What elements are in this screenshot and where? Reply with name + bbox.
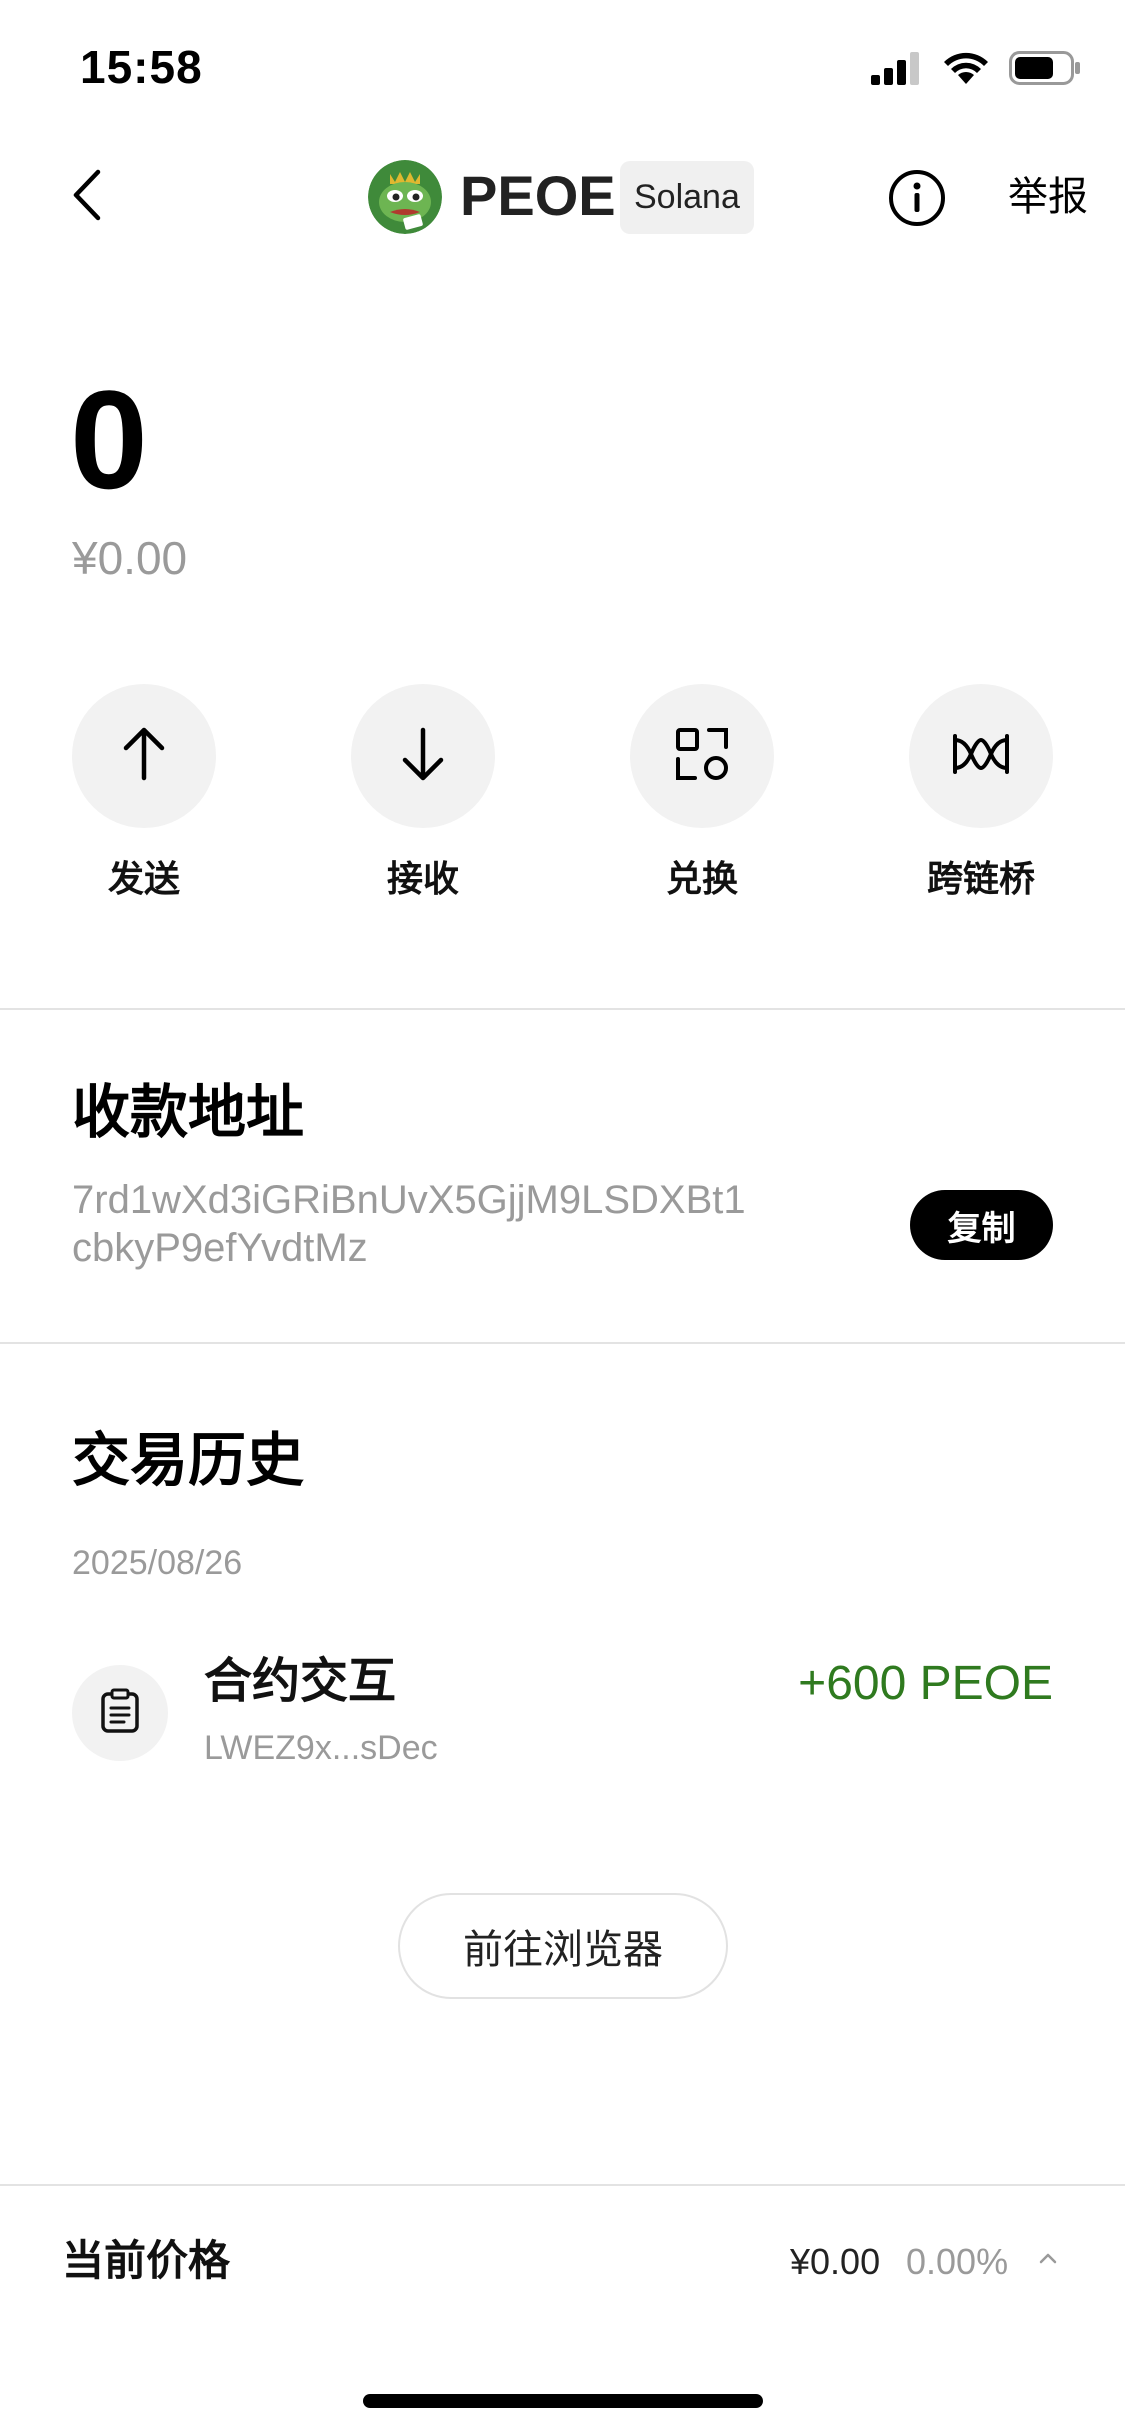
receive-button[interactable]: 接收 bbox=[351, 684, 495, 902]
swap-icon bbox=[675, 727, 729, 786]
divider bbox=[0, 1008, 1125, 1010]
divider bbox=[0, 1342, 1125, 1344]
address-title: 收款地址 bbox=[72, 1080, 305, 1145]
swap-label: 兑换 bbox=[665, 858, 738, 899]
history-date: 2025/08/26 bbox=[72, 1544, 243, 1582]
info-button[interactable] bbox=[887, 168, 947, 228]
transaction-amount: +600 PEOE bbox=[798, 1657, 1053, 1710]
arrow-down-icon bbox=[397, 726, 449, 787]
chevron-up-icon[interactable] bbox=[1036, 2246, 1060, 2270]
price-value: ¥0.00 bbox=[790, 2241, 881, 2282]
chain-badge: Solana bbox=[620, 161, 754, 234]
explorer-button[interactable]: 前往浏览器 bbox=[398, 1893, 728, 1999]
home-indicator bbox=[363, 2394, 763, 2408]
chevron-left-icon bbox=[70, 168, 104, 227]
wifi-icon bbox=[943, 51, 989, 90]
report-link[interactable]: 举报 bbox=[1008, 170, 1088, 224]
swap-button[interactable]: 兑换 bbox=[630, 684, 774, 902]
fiat-balance: ¥0.00 bbox=[72, 532, 188, 584]
info-icon bbox=[887, 170, 947, 232]
send-circle[interactable] bbox=[72, 684, 216, 828]
bridge-button[interactable]: 跨链桥 bbox=[909, 684, 1053, 902]
price-label: 当前价格 bbox=[62, 2237, 231, 2284]
clipboard-icon bbox=[100, 1688, 140, 1739]
token-symbol: PEOE bbox=[460, 164, 616, 227]
signal-icon bbox=[871, 51, 923, 90]
token-balance: 0 bbox=[70, 361, 148, 518]
wallet-address: 7rd1wXd3iGRiBnUvX5GjjM9LSDXBt1cbkyP9efYv… bbox=[72, 1178, 746, 1270]
battery-icon bbox=[1009, 50, 1081, 90]
send-button[interactable]: 发送 bbox=[72, 684, 216, 902]
token-avatar bbox=[368, 160, 442, 234]
back-button[interactable] bbox=[70, 160, 130, 234]
send-label: 发送 bbox=[107, 858, 180, 899]
arrow-up-icon bbox=[118, 726, 170, 787]
history-title: 交易历史 bbox=[72, 1428, 305, 1493]
receive-label: 接收 bbox=[386, 858, 459, 899]
swap-circle[interactable] bbox=[630, 684, 774, 828]
price-change: 0.00% bbox=[906, 2241, 1009, 2282]
bridge-label: 跨链桥 bbox=[926, 858, 1035, 899]
status-icons bbox=[871, 50, 1081, 90]
copy-button[interactable]: 复制 bbox=[910, 1190, 1053, 1260]
bridge-icon bbox=[951, 730, 1011, 783]
transaction-title: 合约交互 bbox=[204, 1655, 397, 1708]
transaction-address: LWEZ9x...sDec bbox=[204, 1729, 438, 1767]
status-time: 15:58 bbox=[80, 41, 203, 93]
receive-circle[interactable] bbox=[351, 684, 495, 828]
bridge-circle[interactable] bbox=[909, 684, 1053, 828]
transaction-icon-wrap bbox=[72, 1665, 168, 1761]
divider bbox=[0, 2184, 1125, 2186]
